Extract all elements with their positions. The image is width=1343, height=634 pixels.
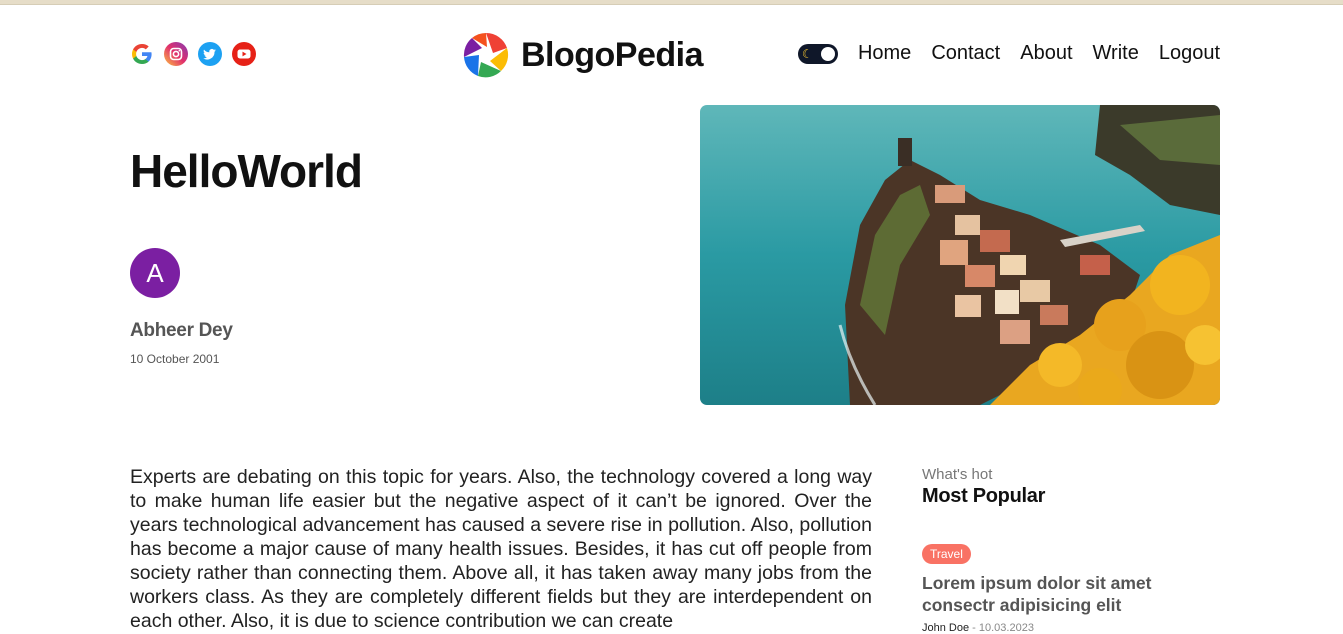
nav-link-contact[interactable]: Contact xyxy=(931,42,1000,65)
nav-link-write[interactable]: Write xyxy=(1093,42,1139,65)
post-title: HelloWorld xyxy=(130,145,363,197)
category-badge[interactable]: Travel xyxy=(922,544,971,564)
social-links xyxy=(130,42,256,66)
brand[interactable]: BlogoPedia xyxy=(463,32,704,78)
google-icon[interactable] xyxy=(130,42,154,66)
twitter-icon[interactable] xyxy=(198,42,222,66)
nav-link-logout[interactable]: Logout xyxy=(1159,42,1220,65)
popular-item-meta: John Doe - 10.03.2023 xyxy=(922,622,1034,634)
sidebar: What's hot Most Popular Travel Lorem ips… xyxy=(922,466,1222,634)
browser-top-strip xyxy=(0,0,1343,5)
post-cover-image xyxy=(700,105,1220,405)
popular-item-date: 10.03.2023 xyxy=(978,622,1034,634)
youtube-icon[interactable] xyxy=(232,42,256,66)
popular-item-author: John Doe xyxy=(922,622,970,634)
popular-item-title[interactable]: Lorem ipsum dolor sit amet consectr adip… xyxy=(922,572,1222,616)
sidebar-title: Most Popular xyxy=(922,485,1046,507)
instagram-icon[interactable] xyxy=(164,42,188,66)
avatar: A xyxy=(130,248,180,298)
post-body: Experts are debating on this topic for y… xyxy=(130,466,872,632)
sidebar-subtitle: What's hot xyxy=(922,466,993,483)
author-name: Abheer Dey xyxy=(130,320,233,341)
post-date: 10 October 2001 xyxy=(130,352,220,366)
toggle-knob xyxy=(820,46,835,61)
brand-logo-icon xyxy=(463,32,509,78)
navbar: BlogoPedia ☾ Home Contact About Write Lo… xyxy=(130,32,1220,80)
theme-toggle[interactable]: ☾ xyxy=(797,43,838,64)
nav-link-about[interactable]: About xyxy=(1020,42,1072,65)
nav-link-home[interactable]: Home xyxy=(858,42,911,65)
nav-right: ☾ Home Contact About Write Logout xyxy=(797,42,1220,65)
brand-name: BlogoPedia xyxy=(521,35,704,74)
moon-icon: ☾ xyxy=(801,46,813,61)
popular-item[interactable]: Travel Lorem ipsum dolor sit amet consec… xyxy=(922,508,1222,634)
